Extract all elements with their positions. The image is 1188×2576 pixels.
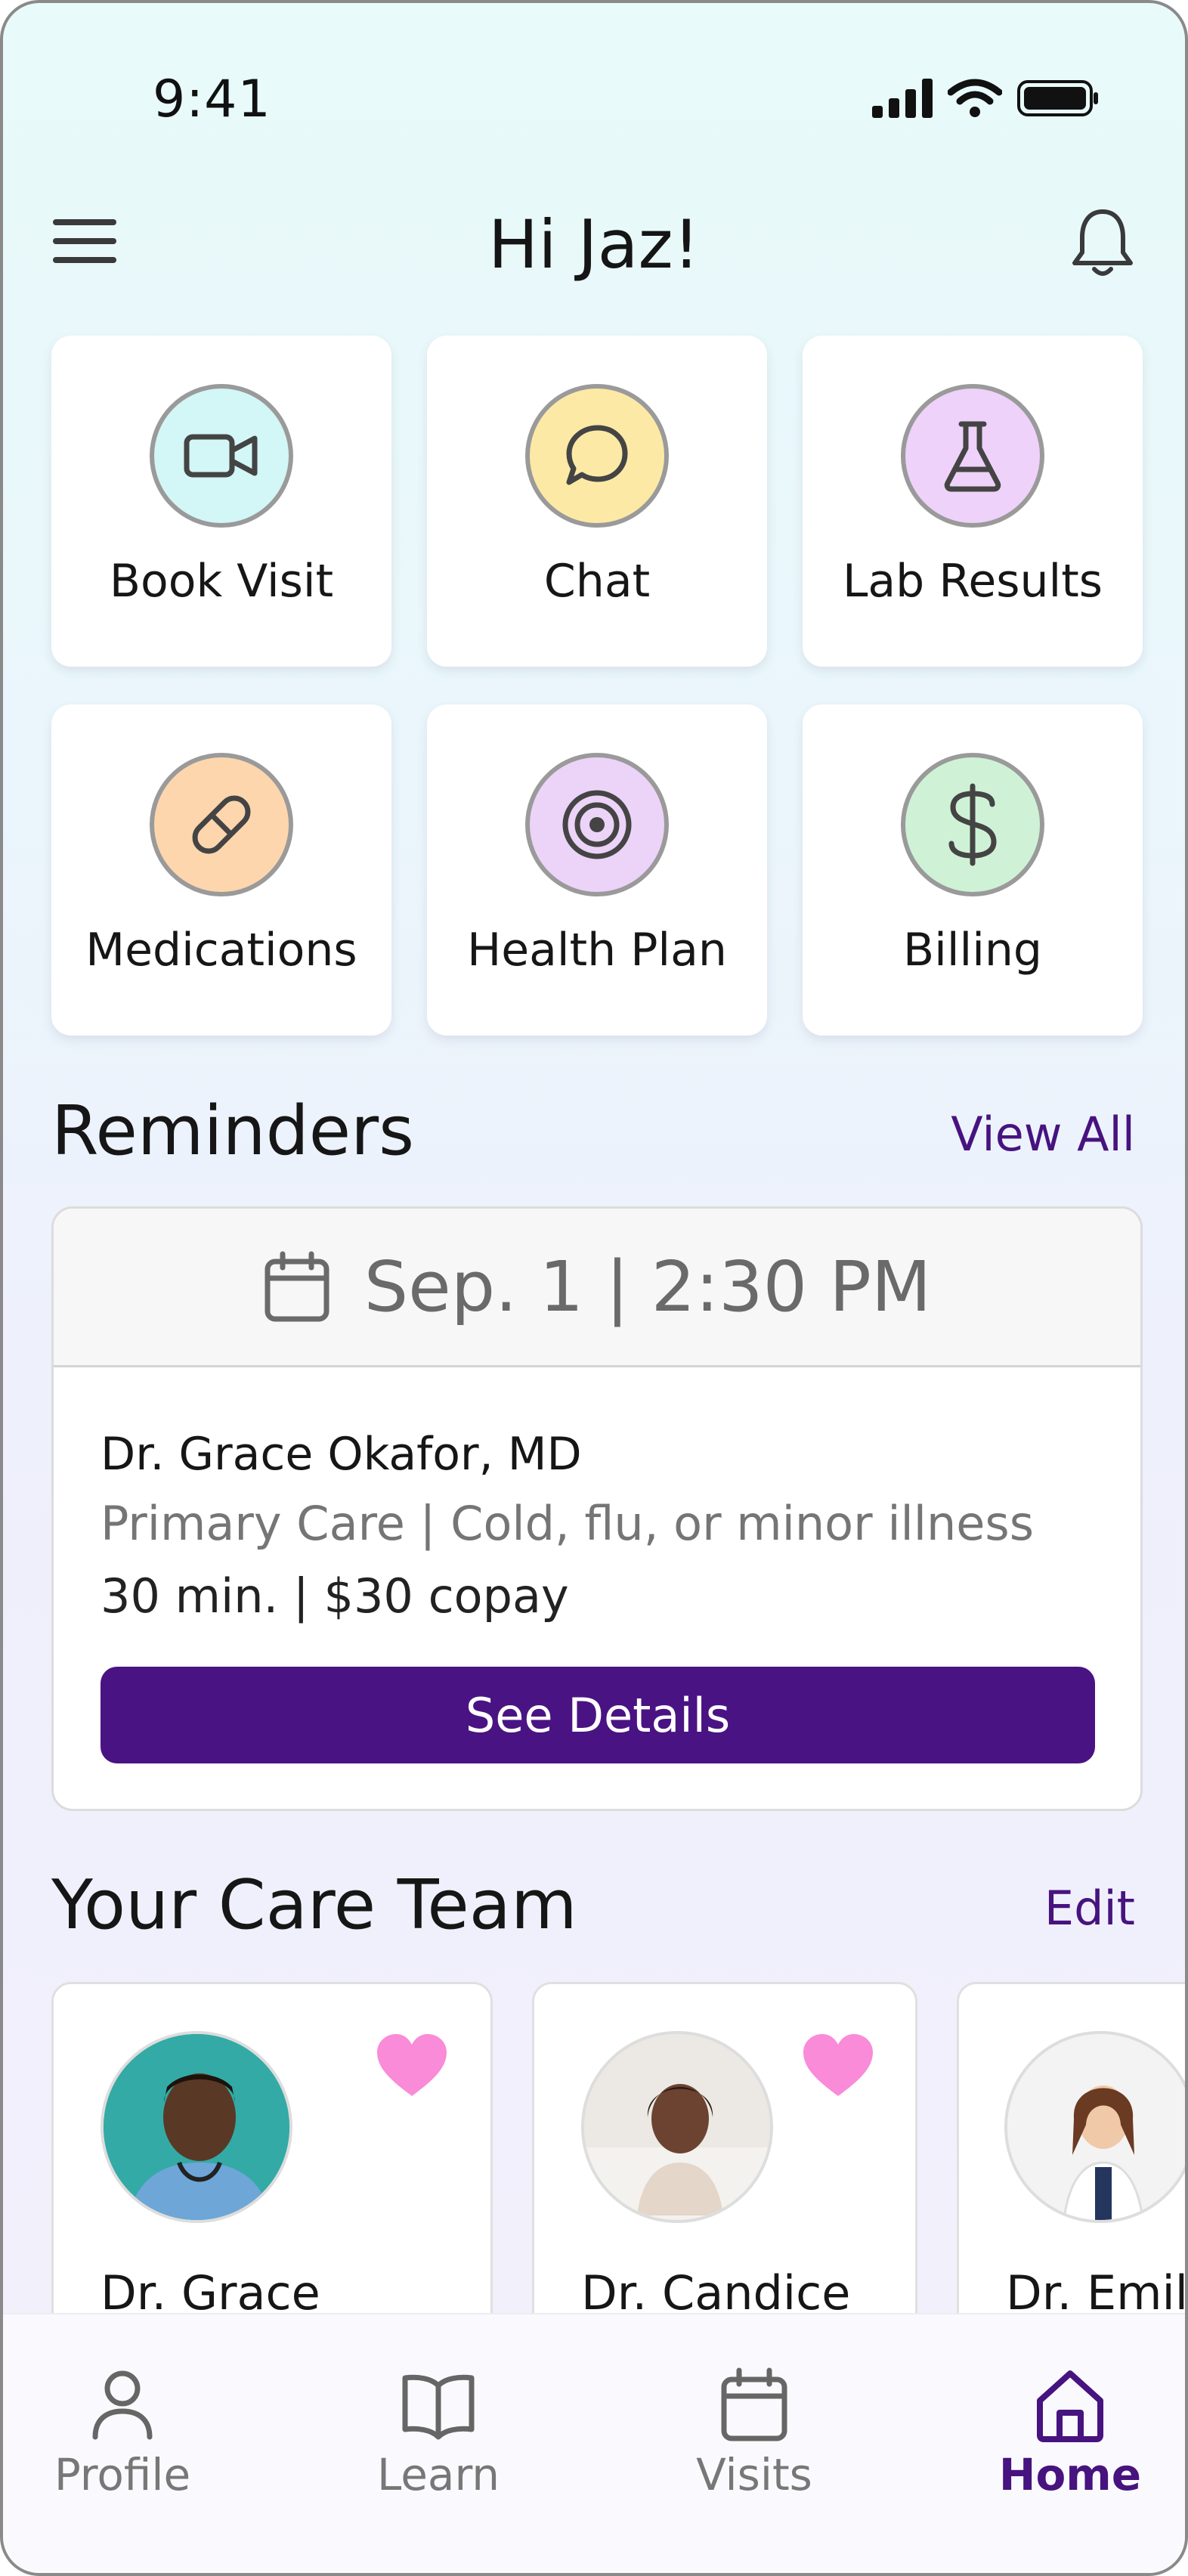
billing-icon-circle [901, 753, 1044, 896]
doctor-photo-emily [1007, 2034, 1185, 2220]
target-icon [562, 790, 632, 859]
book-visit-icon-circle [150, 384, 293, 528]
person-icon [92, 2370, 153, 2440]
health-plan-icon-circle [525, 753, 669, 896]
reminder-card: Sep. 1 | 2:30 PM Dr. Grace Okafor, MD Pr… [51, 1206, 1143, 1811]
medications-label: Medications [85, 924, 357, 977]
chat-icon-circle [525, 384, 669, 528]
medications-icon-circle [150, 753, 293, 896]
tab-visits-label: Visits [696, 2449, 812, 2500]
video-camera-icon [184, 434, 258, 478]
wifi-icon [948, 79, 1002, 117]
status-icons [872, 79, 1100, 118]
header: Hi Jaz! [3, 184, 1185, 298]
reminder-date: Sep. 1 | 2:30 PM [364, 1246, 932, 1327]
tab-learn[interactable]: Learn [325, 2314, 552, 2541]
reminder-duration-copay: 30 min. | $30 copay [101, 1568, 569, 1624]
reminder-specialty: Primary Care | Cold, flu, or minor illne… [101, 1496, 1035, 1551]
calendar-icon [721, 2367, 787, 2441]
bell-icon[interactable] [1069, 204, 1137, 280]
book-visit-label: Book Visit [109, 555, 334, 608]
lab-results-label: Lab Results [842, 555, 1103, 608]
reminder-doctor-name: Dr. Grace Okafor, MD [101, 1428, 582, 1481]
status-time: 9:41 [153, 70, 271, 129]
battery-icon [1017, 80, 1098, 116]
flask-icon [944, 421, 1001, 492]
chat-label: Chat [543, 555, 651, 608]
billing-tile[interactable]: Billing [803, 704, 1143, 1036]
bottom-tab-bar: Profile Learn Visits Home [3, 2313, 1185, 2573]
tab-learn-label: Learn [376, 2449, 500, 2500]
dollar-icon [948, 783, 997, 866]
view-all-link[interactable]: View All [951, 1107, 1135, 1162]
status-bar: 9:41 [3, 3, 1185, 147]
avatar [101, 2031, 292, 2223]
health-plan-tile[interactable]: Health Plan [427, 704, 767, 1036]
book-visit-tile[interactable]: Book Visit [51, 336, 391, 667]
avatar [1004, 2031, 1185, 2223]
doctor-photo-candice [584, 2034, 770, 2220]
billing-label: Billing [903, 924, 1042, 977]
lab-results-tile[interactable]: Lab Results [803, 336, 1143, 667]
doctor-photo-grace [104, 2034, 289, 2220]
pill-icon [192, 795, 251, 854]
reminder-date-header: Sep. 1 | 2:30 PM [54, 1209, 1140, 1367]
favorite-heart-icon[interactable] [800, 2031, 876, 2099]
tab-home[interactable]: Home [957, 2314, 1183, 2541]
see-details-button[interactable]: See Details [101, 1667, 1095, 1763]
edit-care-team-link[interactable]: Edit [1044, 1881, 1135, 1936]
home-icon [1037, 2370, 1103, 2442]
signal-icon [872, 79, 933, 118]
favorite-heart-icon[interactable] [374, 2031, 450, 2099]
reminders-title: Reminders [51, 1091, 414, 1171]
chat-tile[interactable]: Chat [427, 336, 767, 667]
health-plan-label: Health Plan [467, 924, 727, 977]
app-screen: 9:41 Hi Jaz! Book Visit Chat Lab Results… [0, 0, 1188, 2576]
tab-visits[interactable]: Visits [641, 2314, 868, 2541]
chat-bubble-icon [566, 425, 628, 485]
medications-tile[interactable]: Medications [51, 704, 391, 1036]
care-team-title: Your Care Team [51, 1865, 577, 1945]
avatar [581, 2031, 773, 2223]
lab-results-icon-circle [901, 384, 1044, 528]
tab-home-label: Home [998, 2449, 1142, 2500]
calendar-icon [265, 1251, 329, 1321]
greeting-title: Hi Jaz! [488, 206, 700, 283]
tab-profile-label: Profile [54, 2449, 191, 2500]
tab-profile[interactable]: Profile [9, 2314, 236, 2541]
book-icon [402, 2374, 475, 2440]
